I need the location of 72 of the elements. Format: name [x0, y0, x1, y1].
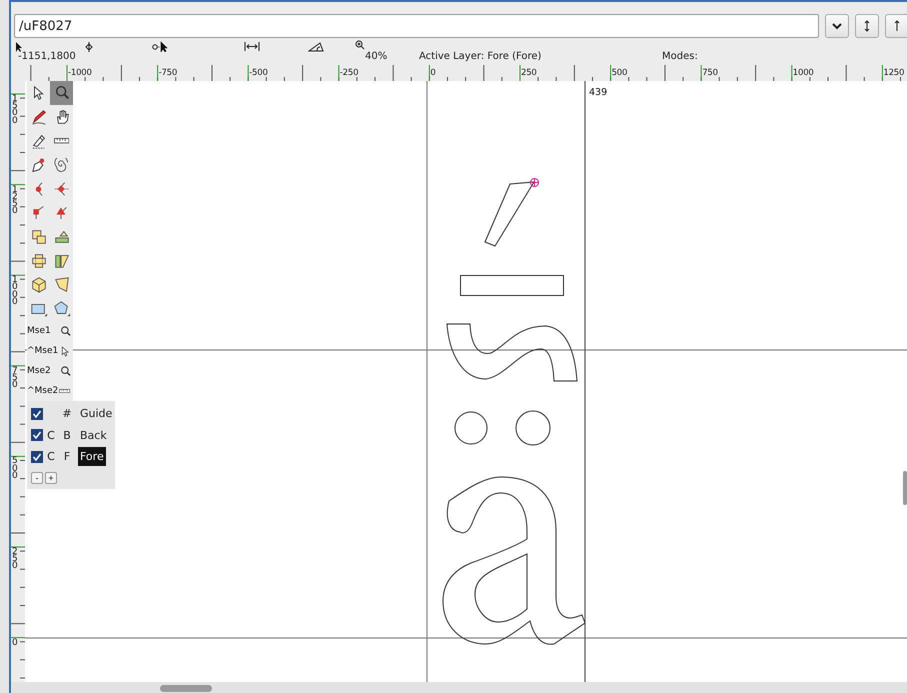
- ruler-label: 1250: [883, 67, 904, 79]
- arrow-icon: [14, 41, 24, 53]
- ruler-label: 750: [12, 368, 19, 390]
- ruler-label: 0: [430, 67, 436, 79]
- ruler-icon: [54, 138, 70, 144]
- knife-icon: [30, 132, 48, 150]
- ruler-label: 0: [12, 640, 19, 647]
- selected-point-icon[interactable]: [530, 178, 539, 187]
- layer-name[interactable]: Back: [78, 426, 109, 445]
- advance-width-label: 439: [589, 87, 608, 98]
- layer-name[interactable]: Guide: [78, 404, 114, 424]
- pen-icon: [32, 158, 46, 172]
- ruler-label: 1500: [12, 96, 19, 125]
- pencil-icon: [30, 108, 48, 126]
- ruler-label: 750: [702, 67, 718, 79]
- ruler-label: 250: [12, 549, 19, 571]
- rotate-icon: [30, 252, 48, 270]
- angle-icon: [308, 42, 324, 52]
- point-arrow-icon: [152, 41, 168, 52]
- perspective-icon: [52, 276, 70, 294]
- ruler-label: -250: [340, 67, 358, 79]
- mouse-binding-label: ^Mse2: [27, 386, 59, 396]
- ruler-label: -750: [158, 67, 178, 79]
- modes-label: Modes:: [662, 51, 698, 62]
- ruler-label: 500: [12, 458, 19, 480]
- layer-button[interactable]: +: [45, 472, 57, 484]
- ruler-label: 500: [612, 67, 628, 79]
- horizontal-scrollbar-thumb[interactable]: [160, 685, 212, 692]
- layer-name[interactable]: Fore: [78, 447, 106, 466]
- mouse-binding-label: Mse1: [27, 326, 52, 336]
- layer-kind: F: [64, 450, 70, 464]
- zoom-level: 40%: [365, 51, 388, 62]
- spiral-icon: [54, 158, 69, 172]
- corner-icon: [33, 206, 44, 220]
- scale-icon: [30, 228, 48, 246]
- layer-button[interactable]: -: [31, 472, 43, 484]
- layer-checkbox[interactable]: [31, 450, 43, 463]
- ruler-label: -1000: [68, 67, 92, 79]
- ruler-label: -500: [249, 67, 268, 79]
- layer-type: C: [47, 428, 55, 442]
- active-layer-label: Active Layer: Fore (Fore): [419, 51, 542, 62]
- ruler-label: 1000: [792, 67, 814, 79]
- magnifier-icon: [59, 324, 72, 338]
- skew-icon: [52, 252, 70, 270]
- ruler-label: 1250: [12, 186, 19, 216]
- polygon-icon: [52, 300, 70, 318]
- layer-type: C: [47, 450, 55, 464]
- layer-kind: B: [63, 428, 71, 442]
- layer-checkbox[interactable]: [31, 429, 43, 442]
- zoom-icon: [355, 40, 365, 50]
- vertical-scrollbar-thumb[interactable]: [903, 471, 907, 505]
- pointer-position: -1151,1800: [18, 51, 76, 62]
- updown-arrows-button[interactable]: [855, 14, 879, 38]
- cube-icon: [30, 276, 48, 294]
- layer-kind: #: [62, 407, 72, 420]
- point-icon: [85, 42, 93, 52]
- hvcurve-icon: [52, 180, 70, 198]
- curve-icon: [34, 182, 44, 196]
- magnifier-tool[interactable]: [50, 81, 73, 105]
- width-arrows-icon: [244, 42, 260, 51]
- mouse-binding-label: ^Mse1: [27, 346, 59, 356]
- dropdown-button[interactable]: [825, 14, 849, 38]
- glyph-name-field[interactable]: /uF8027: [14, 14, 819, 38]
- ruler-label: 250: [521, 67, 537, 79]
- tangent-icon: [56, 206, 67, 220]
- layer-checkbox[interactable]: [31, 408, 43, 420]
- magnifier-icon: [59, 364, 72, 378]
- mouse-binding-label: Mse2: [27, 366, 52, 376]
- flip-icon: [52, 228, 70, 246]
- ruler-icon: [59, 389, 70, 393]
- ruler-label: 1000: [12, 277, 19, 306]
- up-arrow-button[interactable]: [885, 14, 907, 38]
